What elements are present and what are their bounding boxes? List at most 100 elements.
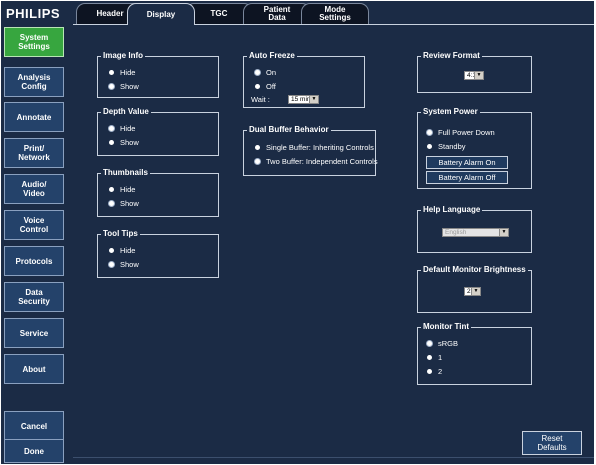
radio-label: Hide — [120, 68, 136, 77]
wait-label: Wait : — [251, 95, 270, 104]
thumbnails-show-radio[interactable]: Show — [109, 199, 139, 208]
radio-label: Two Buffer: Independent Controls — [266, 157, 378, 166]
auto-freeze-on-radio[interactable]: On — [255, 68, 276, 77]
tab-mode-settings[interactable]: Mode Settings — [301, 3, 369, 24]
radio-icon — [427, 144, 432, 149]
sidebar-item-about[interactable]: About — [4, 354, 64, 384]
help-language-select[interactable]: English ▼ — [442, 228, 509, 237]
radio-icon — [109, 70, 114, 75]
sidebar-item-audio-video[interactable]: Audio/ Video — [4, 174, 64, 204]
radio-label: Hide — [120, 246, 136, 255]
battery-alarm-off-button[interactable]: Battery Alarm Off — [426, 171, 508, 184]
done-button[interactable]: Done — [4, 439, 64, 463]
depth-value-hide-radio[interactable]: Hide — [109, 124, 135, 133]
chevron-down-icon: ▼ — [309, 96, 318, 103]
radio-icon — [427, 369, 432, 374]
image-info-group: Image Info Hide Show — [97, 51, 219, 98]
radio-selected-icon — [109, 126, 114, 131]
bottom-divider — [73, 457, 594, 458]
app-window: PHILIPS System Settings Analysis Config … — [1, 1, 594, 464]
radio-selected-icon — [109, 201, 114, 206]
tab-display[interactable]: Display — [127, 3, 195, 25]
review-format-title: Review Format — [421, 51, 482, 61]
tool-tips-hide-radio[interactable]: Hide — [109, 246, 135, 255]
radio-selected-icon — [255, 70, 260, 75]
radio-label: Show — [120, 260, 139, 269]
sidebar-item-service[interactable]: Service — [4, 318, 64, 348]
tool-tips-title: Tool Tips — [101, 229, 140, 239]
image-info-show-radio[interactable]: Show — [109, 82, 139, 91]
system-power-title: System Power — [421, 107, 480, 117]
radio-icon — [109, 140, 114, 145]
monitor-tint-group: Monitor Tint sRGB 1 2 — [417, 322, 532, 385]
sidebar: PHILIPS System Settings Analysis Config … — [1, 1, 73, 464]
thumbnails-title: Thumbnails — [101, 168, 150, 178]
monitor-brightness-select[interactable]: 2 ▼ — [464, 287, 481, 296]
radio-label: Hide — [120, 185, 136, 194]
sidebar-item-data-security[interactable]: Data Security — [4, 282, 64, 312]
tint-1-radio[interactable]: 1 — [427, 353, 442, 362]
tint-2-radio[interactable]: 2 — [427, 367, 442, 376]
monitor-tint-title: Monitor Tint — [421, 322, 472, 332]
thumbnails-hide-radio[interactable]: Hide — [109, 185, 135, 194]
chevron-down-icon: ▼ — [474, 72, 483, 79]
radio-selected-icon — [255, 159, 260, 164]
radio-label: Full Power Down — [438, 128, 495, 137]
dual-buffer-group: Dual Buffer Behavior Single Buffer: Inhe… — [243, 125, 378, 176]
radio-selected-icon — [427, 130, 432, 135]
radio-label: Show — [120, 82, 139, 91]
thumbnails-group: Thumbnails Hide Show — [97, 168, 219, 217]
radio-label: On — [266, 68, 277, 77]
depth-value-group: Depth Value Hide Show — [97, 107, 219, 156]
radio-label: Show — [120, 199, 139, 208]
review-format-select[interactable]: 4:1 ▼ — [464, 71, 484, 80]
two-buffer-radio[interactable]: Two Buffer: Independent Controls — [255, 157, 378, 166]
radio-label: Single Buffer: Inheriting Controls — [266, 143, 374, 152]
radio-selected-icon — [109, 84, 114, 89]
radio-icon — [109, 187, 114, 192]
radio-icon — [255, 84, 260, 89]
image-info-hide-radio[interactable]: Hide — [109, 68, 135, 77]
philips-logo: PHILIPS — [6, 6, 61, 21]
monitor-brightness-group: Default Monitor Brightness 2 ▼ — [417, 265, 532, 313]
radio-label: 1 — [438, 353, 443, 362]
chevron-down-icon: ▼ — [499, 229, 508, 236]
wait-value: 15 min — [291, 96, 311, 103]
sidebar-item-analysis-config[interactable]: Analysis Config — [4, 67, 64, 97]
tool-tips-show-radio[interactable]: Show — [109, 260, 139, 269]
radio-label: 2 — [438, 367, 443, 376]
radio-selected-icon — [109, 262, 114, 267]
tint-srgb-radio[interactable]: sRGB — [427, 339, 458, 348]
reset-defaults-button[interactable]: Reset Defaults — [522, 431, 582, 455]
depth-value-show-radio[interactable]: Show — [109, 138, 139, 147]
depth-value-title: Depth Value — [101, 107, 151, 117]
sidebar-item-voice-control[interactable]: Voice Control — [4, 210, 64, 240]
auto-freeze-title: Auto Freeze — [247, 51, 297, 61]
system-power-group: System Power Full Power Down Standby Bat… — [417, 107, 532, 189]
chevron-down-icon: ▼ — [471, 288, 480, 295]
single-buffer-radio[interactable]: Single Buffer: Inheriting Controls — [255, 143, 374, 152]
radio-label: Standby — [438, 142, 466, 151]
monitor-brightness-title: Default Monitor Brightness — [421, 265, 528, 275]
radio-label: Show — [120, 138, 139, 147]
help-language-title: Help Language — [421, 205, 483, 215]
sidebar-item-print-network[interactable]: Print/ Network — [4, 138, 64, 168]
cancel-button[interactable]: Cancel — [4, 411, 64, 441]
sidebar-item-system-settings[interactable]: System Settings — [4, 27, 64, 57]
radio-icon — [427, 355, 432, 360]
help-language-value: English — [445, 229, 467, 236]
standby-radio[interactable]: Standby — [427, 142, 466, 151]
image-info-title: Image Info — [101, 51, 146, 61]
wait-select[interactable]: 15 min ▼ — [288, 95, 319, 104]
tool-tips-group: Tool Tips Hide Show — [97, 229, 219, 278]
full-power-down-radio[interactable]: Full Power Down — [427, 128, 495, 137]
auto-freeze-off-radio[interactable]: Off — [255, 82, 276, 91]
sidebar-item-annotate[interactable]: Annotate — [4, 102, 64, 132]
radio-icon — [109, 248, 114, 253]
battery-alarm-on-button[interactable]: Battery Alarm On — [426, 156, 508, 169]
radio-selected-icon — [427, 341, 432, 346]
radio-label: sRGB — [438, 339, 459, 348]
sidebar-item-protocols[interactable]: Protocols — [4, 246, 64, 276]
radio-label: Hide — [120, 124, 136, 133]
auto-freeze-group: Auto Freeze On Off Wait : 15 min ▼ — [243, 51, 365, 108]
